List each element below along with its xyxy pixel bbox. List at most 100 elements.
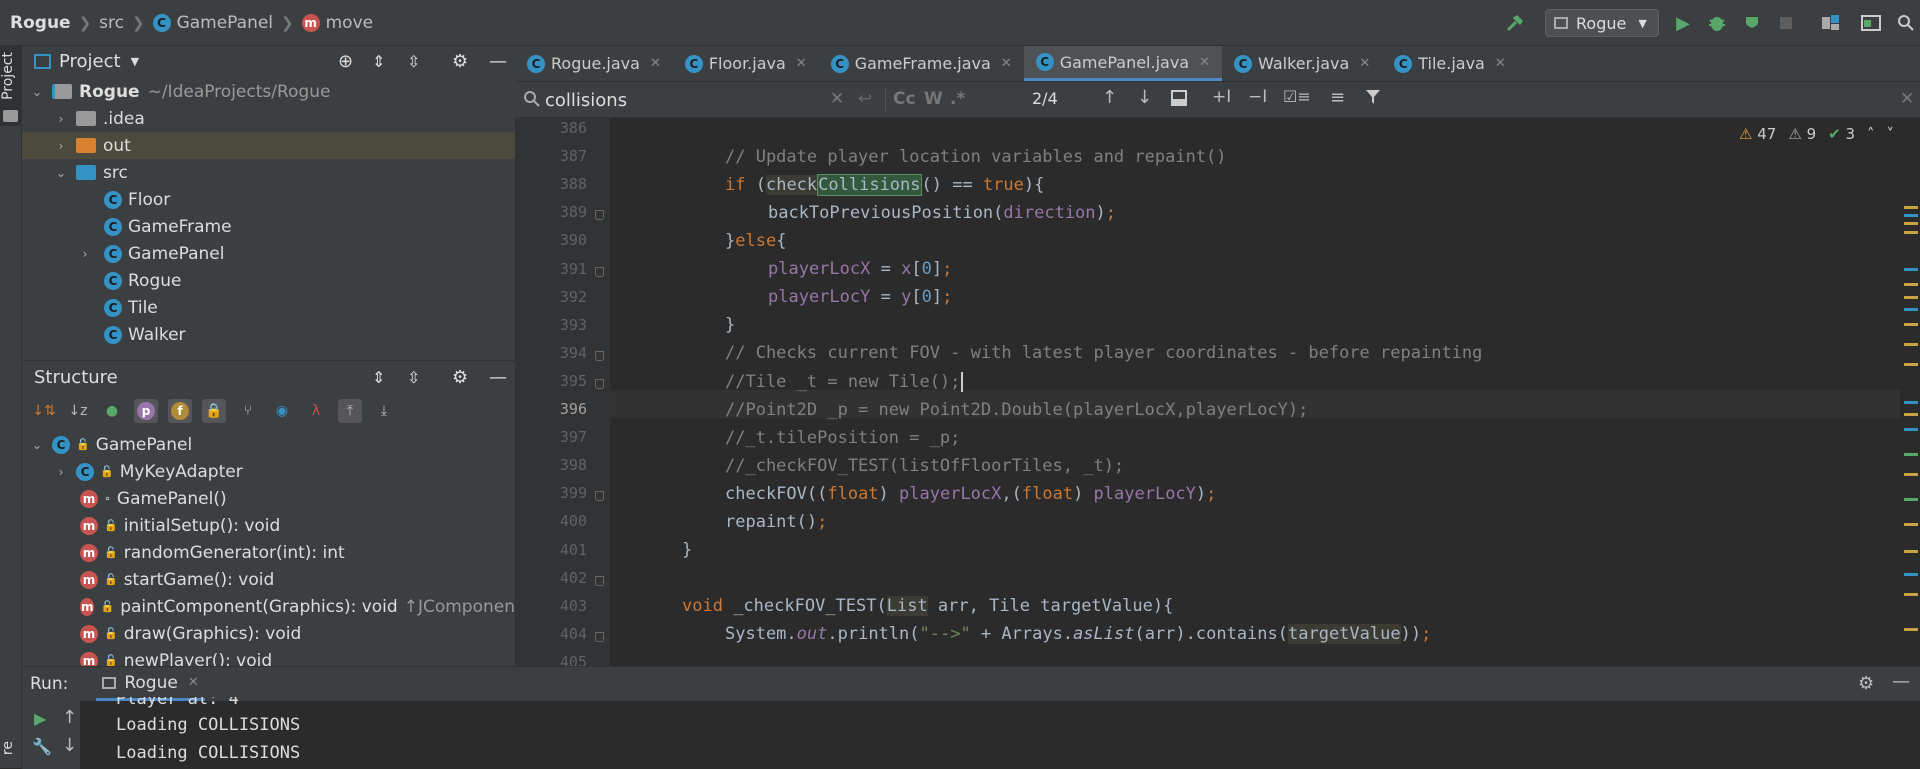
- project-panel-title[interactable]: Project: [59, 51, 121, 72]
- chevron-down-icon[interactable]: ˅: [1887, 125, 1895, 143]
- tree-folder-idea[interactable]: › .idea: [22, 105, 515, 132]
- tree-folder-src[interactable]: ⌄ src: [22, 159, 515, 186]
- tree-file[interactable]: C GameFrame: [22, 213, 515, 240]
- breadcrumb-src[interactable]: src: [99, 13, 124, 33]
- gear-icon[interactable]: ⚙: [452, 367, 468, 388]
- show-properties-icon[interactable]: p: [134, 399, 158, 423]
- caret-down-icon[interactable]: ▼: [131, 55, 139, 68]
- structure-item[interactable]: m 🔓 initialSetup(): void: [22, 512, 515, 539]
- add-occurrence-icon[interactable]: +I: [1212, 87, 1231, 107]
- close-icon[interactable]: ✕: [650, 56, 661, 71]
- lambda-icon[interactable]: λ: [304, 399, 328, 423]
- remove-occurrence-icon[interactable]: −I: [1248, 87, 1267, 107]
- tree-file[interactable]: C Floor: [22, 186, 515, 213]
- tree-file[interactable]: C Walker: [22, 321, 515, 348]
- wrench-icon[interactable]: 🔧: [32, 737, 52, 756]
- tab-rogue-java[interactable]: C Rogue.java ✕: [515, 46, 673, 81]
- clear-search-icon[interactable]: ✕: [830, 89, 844, 109]
- build-hammer-icon[interactable]: [1504, 12, 1526, 34]
- tab-floor-java[interactable]: C Floor.java ✕: [673, 46, 819, 81]
- sort-alphabetically-icon[interactable]: ↓z: [66, 399, 90, 423]
- scroll-down-icon[interactable]: ↓: [62, 735, 77, 756]
- structure-item[interactable]: m 🔓 startGame(): void: [22, 566, 515, 593]
- structure-root[interactable]: ⌄ C 🔓 GamePanel: [22, 431, 515, 458]
- expand-all-icon[interactable]: ⇕: [372, 368, 385, 387]
- show-lambdas-icon[interactable]: ◉: [270, 399, 294, 423]
- close-icon[interactable]: ✕: [1001, 56, 1012, 71]
- tab-gameframe-java[interactable]: C GameFrame.java ✕: [819, 46, 1024, 81]
- show-fields-icon[interactable]: f: [168, 399, 192, 423]
- fold-marker-icon[interactable]: [595, 266, 604, 277]
- fold-marker-icon[interactable]: [595, 575, 604, 586]
- filter-icon[interactable]: [1365, 89, 1381, 110]
- match-case-toggle[interactable]: Cc: [893, 89, 916, 109]
- tree-folder-out[interactable]: › out: [22, 132, 515, 159]
- tree-file[interactable]: › C GamePanel: [22, 240, 515, 267]
- window-icon[interactable]: [1860, 12, 1882, 34]
- fold-marker-icon[interactable]: [595, 491, 604, 502]
- tree-file[interactable]: C Tile: [22, 294, 515, 321]
- close-icon[interactable]: ✕: [1199, 55, 1210, 70]
- stop-icon[interactable]: [1775, 12, 1797, 34]
- tree-root[interactable]: ⌄ Rogue ~/IdeaProjects/Rogue: [22, 78, 515, 105]
- tab-tile-java[interactable]: C Tile.java ✕: [1382, 46, 1518, 81]
- fold-marker-icon[interactable]: [595, 378, 604, 389]
- structure-item[interactable]: m 🔓 randomGenerator(int): int: [22, 539, 515, 566]
- regex-toggle[interactable]: .*: [950, 89, 965, 109]
- debug-bug-icon[interactable]: [1706, 12, 1728, 34]
- anonymous-classes-icon[interactable]: ⑂: [236, 399, 260, 423]
- close-icon[interactable]: ✕: [1359, 56, 1370, 71]
- close-icon[interactable]: ✕: [796, 56, 807, 71]
- previous-match-icon[interactable]: ↑: [1102, 87, 1117, 108]
- expand-all-icon[interactable]: ⇕: [372, 52, 385, 71]
- collapse-all-icon[interactable]: ⇳: [407, 52, 420, 71]
- gear-icon[interactable]: ⚙: [452, 51, 468, 72]
- tab-gamepanel-java[interactable]: C GamePanel.java ✕: [1023, 46, 1223, 81]
- show-inherited-icon[interactable]: ●: [100, 399, 124, 423]
- run-configuration-select[interactable]: Rogue ▼: [1545, 9, 1659, 37]
- close-find-icon[interactable]: ✕: [1900, 89, 1914, 109]
- minimize-icon[interactable]: —: [489, 367, 507, 388]
- inspection-widget[interactable]: ⚠ 47 ⚠ 9 ✔ 3 ˄ ˅: [1739, 125, 1894, 143]
- run-icon[interactable]: ▶: [1672, 12, 1694, 34]
- project-structure-icon[interactable]: [1820, 12, 1842, 34]
- line-gutter[interactable]: 386 387 388 389 390 391 392 393 394 395 396 397 398 3…: [515, 118, 610, 671]
- scroll-up-icon[interactable]: ↑: [62, 707, 77, 728]
- search-everywhere-icon[interactable]: [1895, 12, 1917, 34]
- minimize-icon[interactable]: —: [489, 51, 507, 72]
- select-all-occurrences-icon[interactable]: [1170, 89, 1188, 112]
- show-non-public-icon[interactable]: 🔒: [202, 399, 226, 423]
- fold-marker-icon[interactable]: [595, 210, 604, 221]
- close-icon[interactable]: ✕: [1495, 56, 1506, 71]
- collapse-all-icon[interactable]: ⇳: [407, 368, 420, 387]
- sort-by-visibility-icon[interactable]: ↓⇅: [32, 399, 56, 423]
- run-tab-rogue[interactable]: Rogue ✕: [96, 667, 205, 701]
- fold-marker-icon[interactable]: [595, 350, 604, 361]
- structure-item[interactable]: m ∘ GamePanel(): [22, 485, 515, 512]
- rerun-icon[interactable]: ▶: [34, 709, 46, 728]
- tab-walker-java[interactable]: C Walker.java ✕: [1222, 46, 1382, 81]
- autoscroll-to-source-icon[interactable]: ⤒: [338, 399, 362, 423]
- structure-item[interactable]: › C 🔓 MyKeyAdapter: [22, 458, 515, 485]
- new-line-icon[interactable]: ↩: [858, 89, 872, 109]
- search-input[interactable]: [545, 88, 825, 112]
- close-icon[interactable]: ✕: [188, 675, 199, 690]
- error-stripe[interactable]: [1900, 118, 1920, 666]
- next-match-icon[interactable]: ↓: [1137, 87, 1152, 108]
- structure-item[interactable]: m 🔓 paintComponent(Graphics): void ↑JCompon…: [22, 593, 515, 620]
- code-area[interactable]: // Update player location variables and …: [610, 118, 1900, 666]
- tree-file[interactable]: C Rogue: [22, 267, 515, 294]
- select-all-matches-icon[interactable]: ☑≡: [1283, 87, 1311, 106]
- breadcrumb-method[interactable]: m move: [301, 13, 373, 33]
- filter-lines-icon[interactable]: ≡: [1330, 87, 1345, 108]
- breadcrumb-class[interactable]: C GamePanel: [152, 13, 273, 33]
- chevron-up-icon[interactable]: ˄: [1867, 125, 1875, 143]
- coverage-icon[interactable]: [1741, 12, 1763, 34]
- locate-target-icon[interactable]: ⊕: [338, 51, 353, 72]
- fold-marker-icon[interactable]: [595, 631, 604, 642]
- autoscroll-from-source-icon[interactable]: ⤓: [372, 399, 396, 423]
- whole-words-toggle[interactable]: W: [924, 89, 943, 109]
- gear-icon[interactable]: ⚙: [1858, 673, 1874, 694]
- structure-item[interactable]: m 🔓 draw(Graphics): void: [22, 620, 515, 647]
- breadcrumb-project[interactable]: Rogue: [10, 13, 71, 33]
